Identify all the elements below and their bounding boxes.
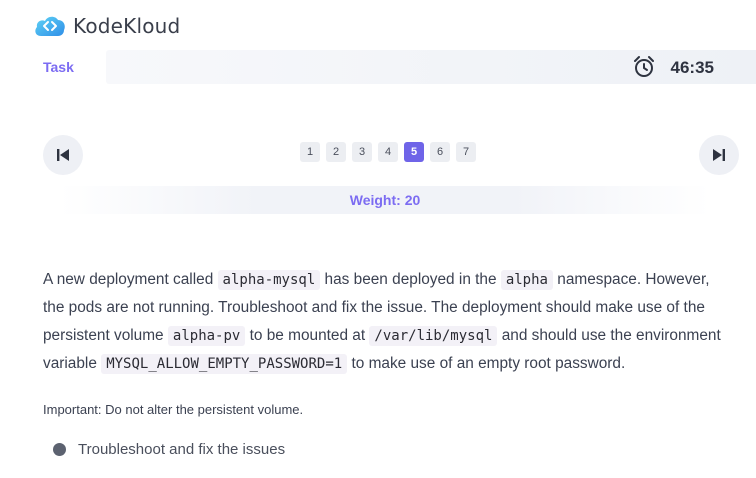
task-text: to be mounted at xyxy=(245,327,370,344)
alarm-clock-icon xyxy=(634,56,654,77)
task-text: A new deployment called xyxy=(43,271,218,288)
bullet-dot-icon xyxy=(53,443,66,456)
skip-next-icon xyxy=(713,149,725,161)
brand-name: KodeKloud xyxy=(73,14,181,38)
page-2[interactable]: 2 xyxy=(326,142,346,162)
page-5-current[interactable]: 5 xyxy=(404,142,424,162)
code-env-variable: MYSQL_ALLOW_EMPTY_PASSWORD=1 xyxy=(101,354,348,374)
code-namespace: alpha xyxy=(500,270,553,290)
weight-bar: Weight: 20 xyxy=(60,186,710,214)
task-text: has been deployed in the xyxy=(320,271,501,288)
next-question-button[interactable] xyxy=(699,135,739,175)
checklist-item-label: Troubleshoot and fix the issues xyxy=(78,441,286,458)
previous-question-button[interactable] xyxy=(43,135,83,175)
page-6[interactable]: 6 xyxy=(430,142,450,162)
skip-previous-icon xyxy=(57,149,69,161)
timer-bar: 46:35 xyxy=(106,50,756,84)
task-text: to make use of an empty root password. xyxy=(347,355,626,372)
page-7[interactable]: 7 xyxy=(456,142,476,162)
timer-value: 46:35 xyxy=(670,58,714,77)
question-pagination: 1 2 3 4 5 6 7 xyxy=(300,142,476,162)
checklist-item: Troubleshoot and fix the issues xyxy=(53,441,285,458)
page-3[interactable]: 3 xyxy=(352,142,372,162)
code-mount-path: /var/lib/mysql xyxy=(369,326,498,346)
kodekloud-logo-icon xyxy=(35,16,65,36)
task-description: A new deployment called alpha-mysql has … xyxy=(43,266,733,378)
question-weight: Weight: 20 xyxy=(349,192,421,208)
task-tab[interactable]: Task xyxy=(43,59,74,75)
code-deployment-name: alpha-mysql xyxy=(217,270,321,290)
page-1[interactable]: 1 xyxy=(300,142,320,162)
code-persistent-volume: alpha-pv xyxy=(167,326,246,346)
important-note: Important: Do not alter the persistent v… xyxy=(43,402,304,417)
kodekloud-logo[interactable]: KodeKloud xyxy=(33,12,180,40)
page-4[interactable]: 4 xyxy=(378,142,398,162)
